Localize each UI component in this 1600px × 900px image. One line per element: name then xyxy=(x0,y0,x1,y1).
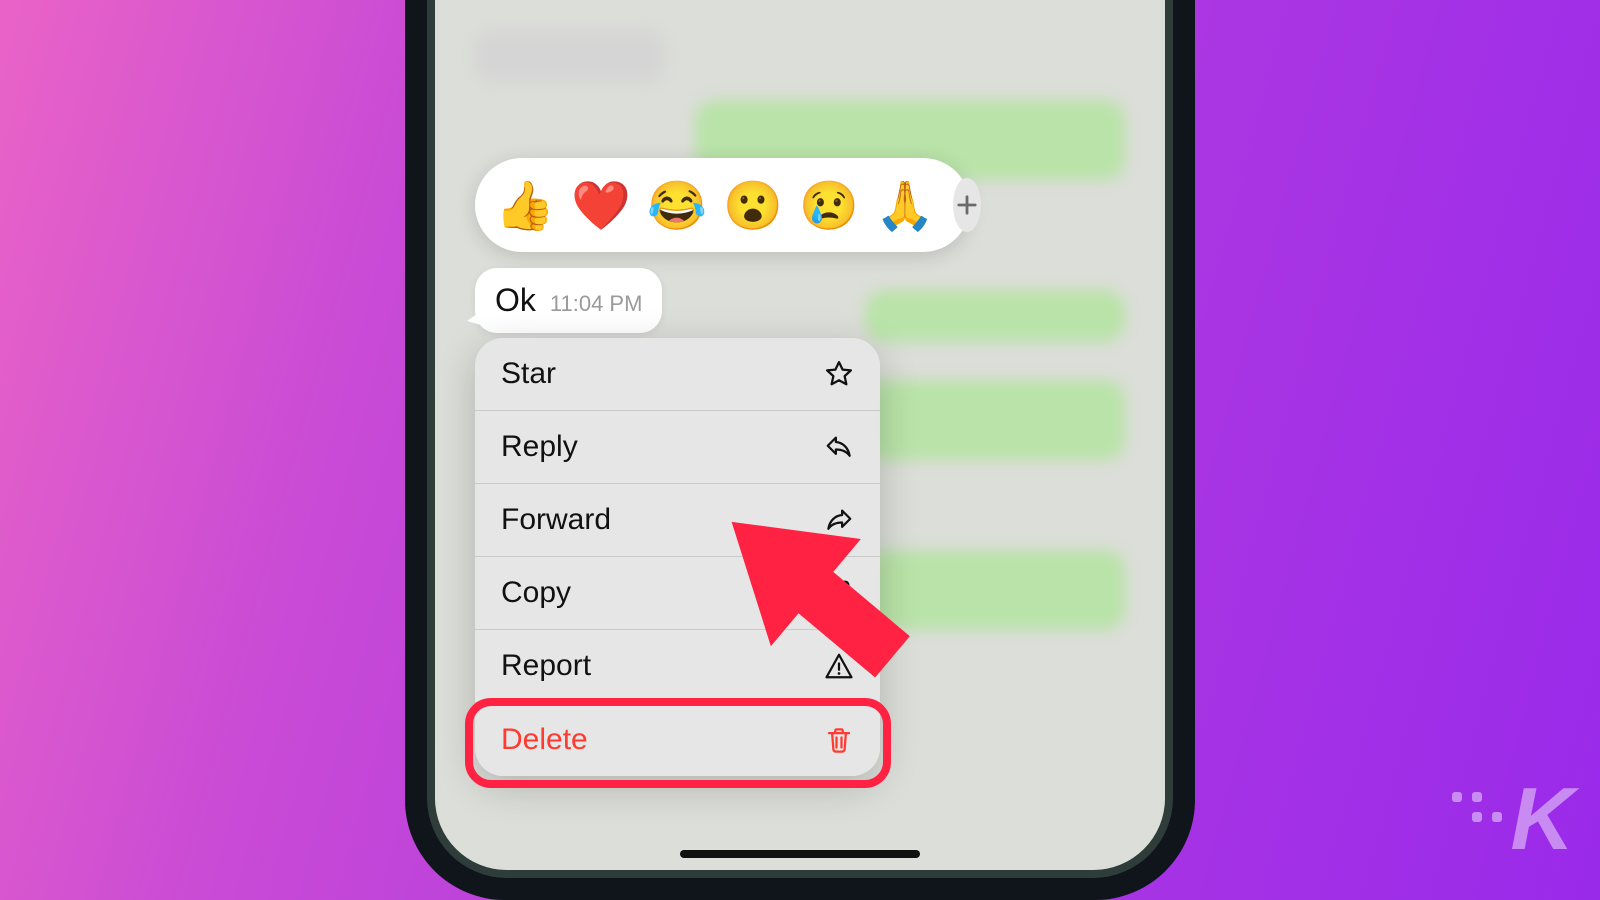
menu-label-report: Report xyxy=(501,649,591,683)
reaction-thumbs-up[interactable]: 👍 xyxy=(497,177,553,233)
context-menu: Star Reply Forward xyxy=(475,338,880,776)
reaction-heart[interactable]: ❤️ xyxy=(573,177,629,233)
plus-icon xyxy=(953,191,981,219)
star-icon xyxy=(824,359,854,389)
report-icon xyxy=(824,651,854,681)
phone-screen: 👍 ❤️ 😂 😮 😢 🙏 Ok 11:04 PM xyxy=(435,0,1165,870)
message-text: Ok xyxy=(495,282,536,319)
message-bubble[interactable]: Ok 11:04 PM xyxy=(475,268,662,333)
menu-label-copy: Copy xyxy=(501,576,571,610)
forward-icon xyxy=(824,505,854,535)
reaction-laugh[interactable]: 😂 xyxy=(649,177,705,233)
watermark: K xyxy=(1452,768,1570,870)
menu-item-star[interactable]: Star xyxy=(475,338,880,411)
reaction-pray[interactable]: 🙏 xyxy=(877,177,933,233)
reaction-add-button[interactable] xyxy=(953,178,981,232)
reaction-bar: 👍 ❤️ 😂 😮 😢 🙏 xyxy=(475,158,970,252)
phone-bezel: 👍 ❤️ 😂 😮 😢 🙏 Ok 11:04 PM xyxy=(427,0,1173,878)
menu-item-forward[interactable]: Forward xyxy=(475,484,880,557)
reply-icon xyxy=(824,432,854,462)
menu-label-delete: Delete xyxy=(501,723,588,757)
trash-icon xyxy=(824,725,854,755)
reaction-surprised[interactable]: 😮 xyxy=(725,177,781,233)
message-timestamp: 11:04 PM xyxy=(550,291,643,317)
menu-label-star: Star xyxy=(501,357,556,391)
home-indicator xyxy=(680,850,920,858)
bubble-tail xyxy=(467,311,481,325)
menu-item-delete[interactable]: Delete xyxy=(475,703,880,776)
watermark-letter: K xyxy=(1510,768,1570,870)
menu-item-report[interactable]: Report xyxy=(475,630,880,703)
menu-label-reply: Reply xyxy=(501,430,578,464)
menu-item-reply[interactable]: Reply xyxy=(475,411,880,484)
copy-icon xyxy=(824,578,854,608)
menu-label-forward: Forward xyxy=(501,503,611,537)
reaction-sad[interactable]: 😢 xyxy=(801,177,857,233)
menu-item-copy[interactable]: Copy xyxy=(475,557,880,630)
phone-frame: 👍 ❤️ 😂 😮 😢 🙏 Ok 11:04 PM xyxy=(405,0,1195,900)
